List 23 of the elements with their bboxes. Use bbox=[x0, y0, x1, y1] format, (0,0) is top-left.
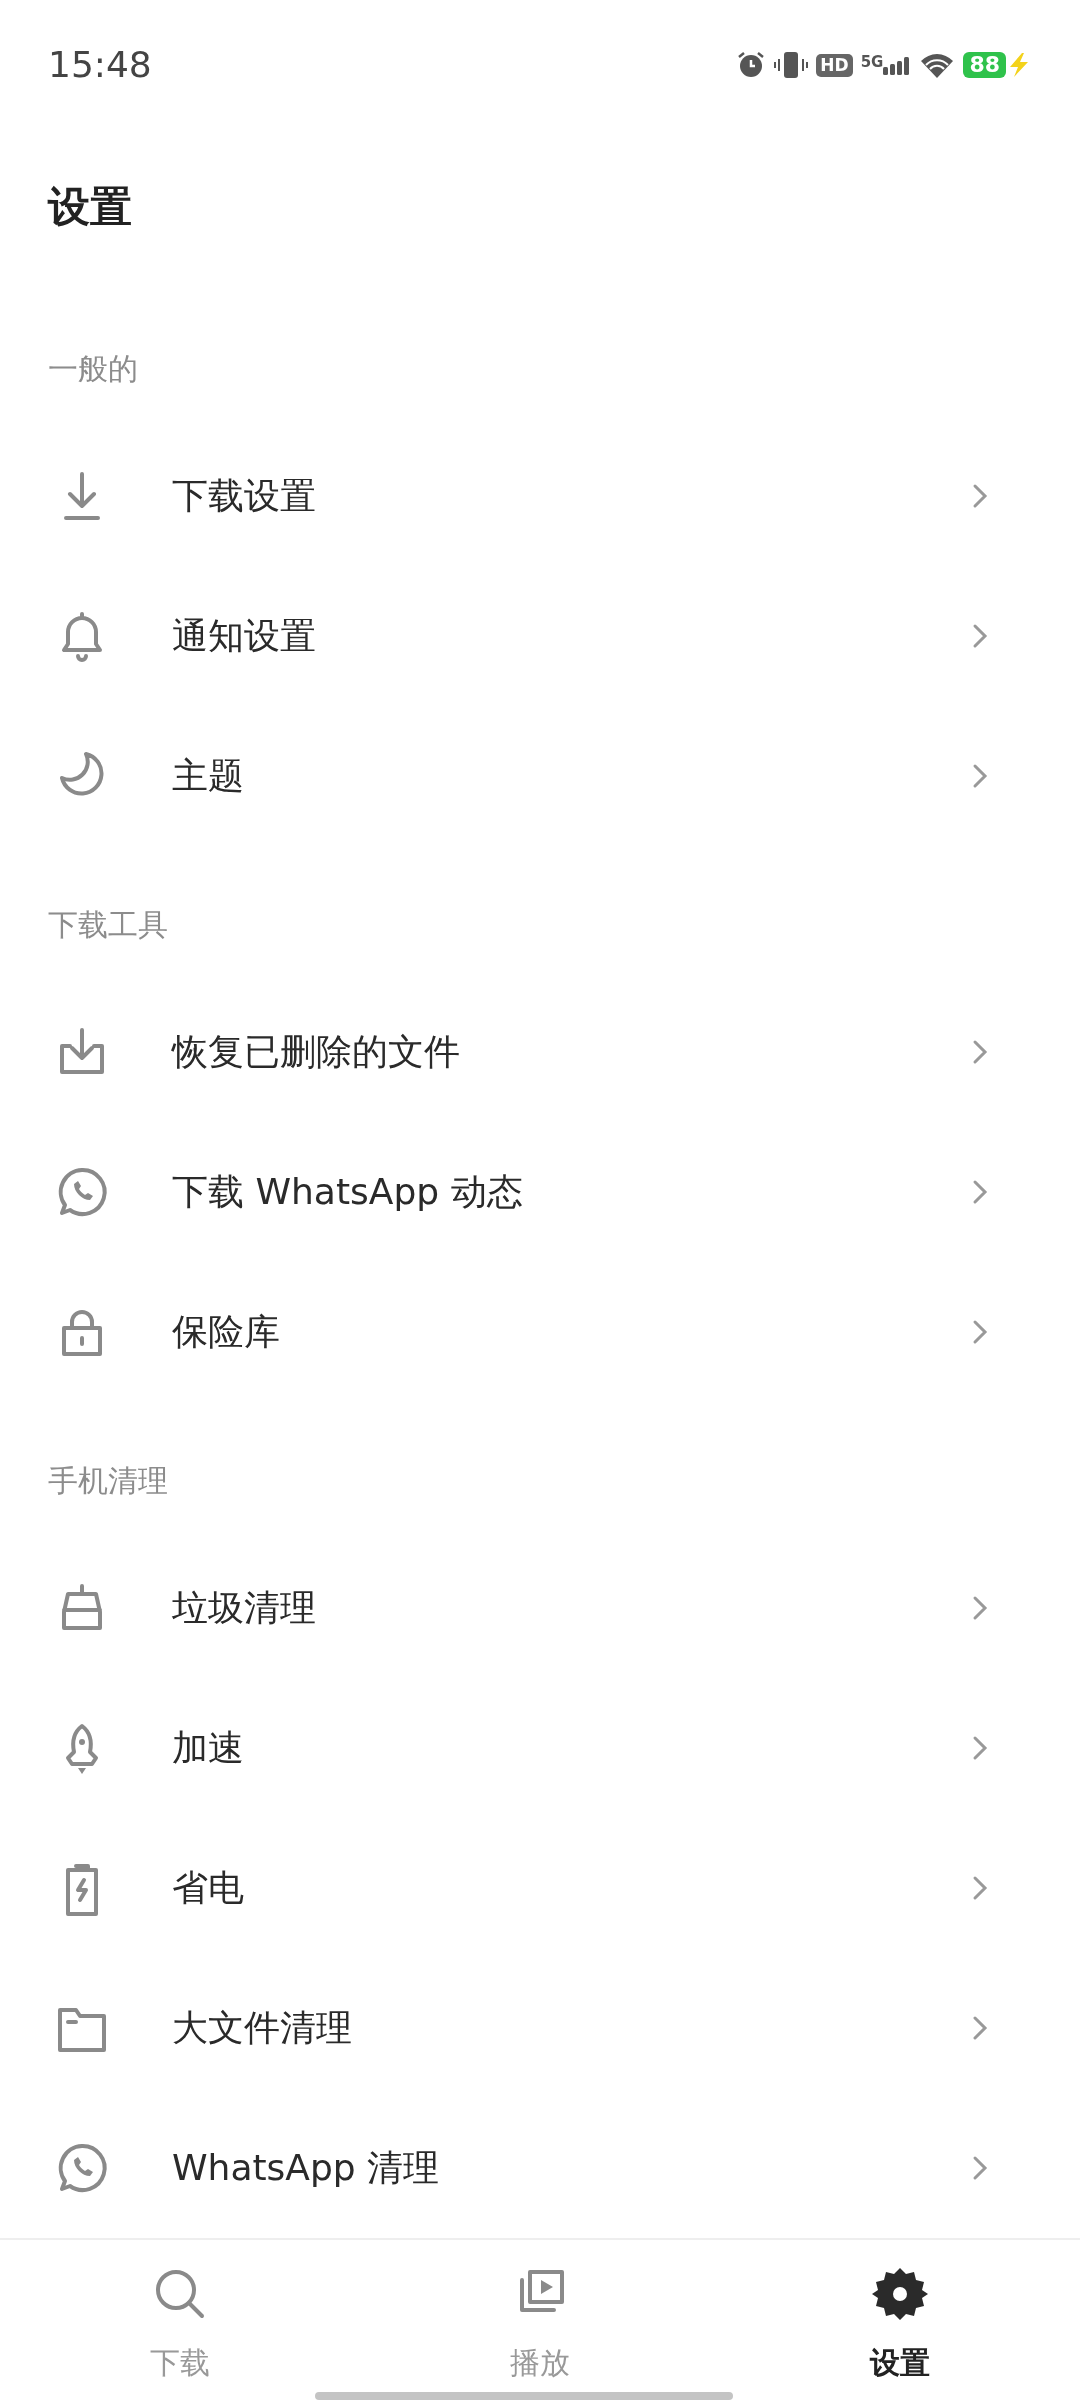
menu-item-label[interactable]: 大文件清理 bbox=[172, 2001, 352, 2055]
menu-item-label[interactable]: 恢复已删除的文件 bbox=[172, 1025, 460, 1079]
section-header: 一般的 bbox=[47, 350, 139, 388]
network-type: 5G bbox=[860, 55, 884, 70]
section-header: 下载工具 bbox=[47, 906, 169, 944]
menu-item-label[interactable]: WhatsApp 清理 bbox=[172, 2141, 440, 2195]
section-header: 手机清理 bbox=[47, 1462, 169, 1500]
nav-tab[interactable]: 设置 bbox=[790, 2264, 1010, 2385]
clock-time: 15:48 bbox=[48, 43, 152, 87]
menu-item-label[interactable]: 垃圾清理 bbox=[172, 1581, 316, 1635]
menu-item-label[interactable]: 下载设置 bbox=[172, 469, 316, 523]
battery-level: 88 bbox=[963, 51, 1006, 79]
menu-item-label[interactable]: 保险库 bbox=[172, 1305, 280, 1359]
page-title: 设置 bbox=[46, 181, 133, 233]
menu-item-label[interactable]: 加速 bbox=[172, 1721, 244, 1775]
wifi-icon bbox=[919, 51, 956, 79]
menu-item-label[interactable]: 省电 bbox=[172, 1861, 244, 1915]
signal-icon bbox=[883, 55, 912, 75]
hd-badge: HD bbox=[816, 53, 853, 77]
vibrate-icon bbox=[774, 50, 809, 80]
menu-item-label[interactable]: 下载 WhatsApp 动态 bbox=[172, 1165, 523, 1219]
menu-item-label[interactable]: 主题 bbox=[172, 749, 244, 803]
menu-item-label[interactable]: 通知设置 bbox=[172, 609, 316, 663]
